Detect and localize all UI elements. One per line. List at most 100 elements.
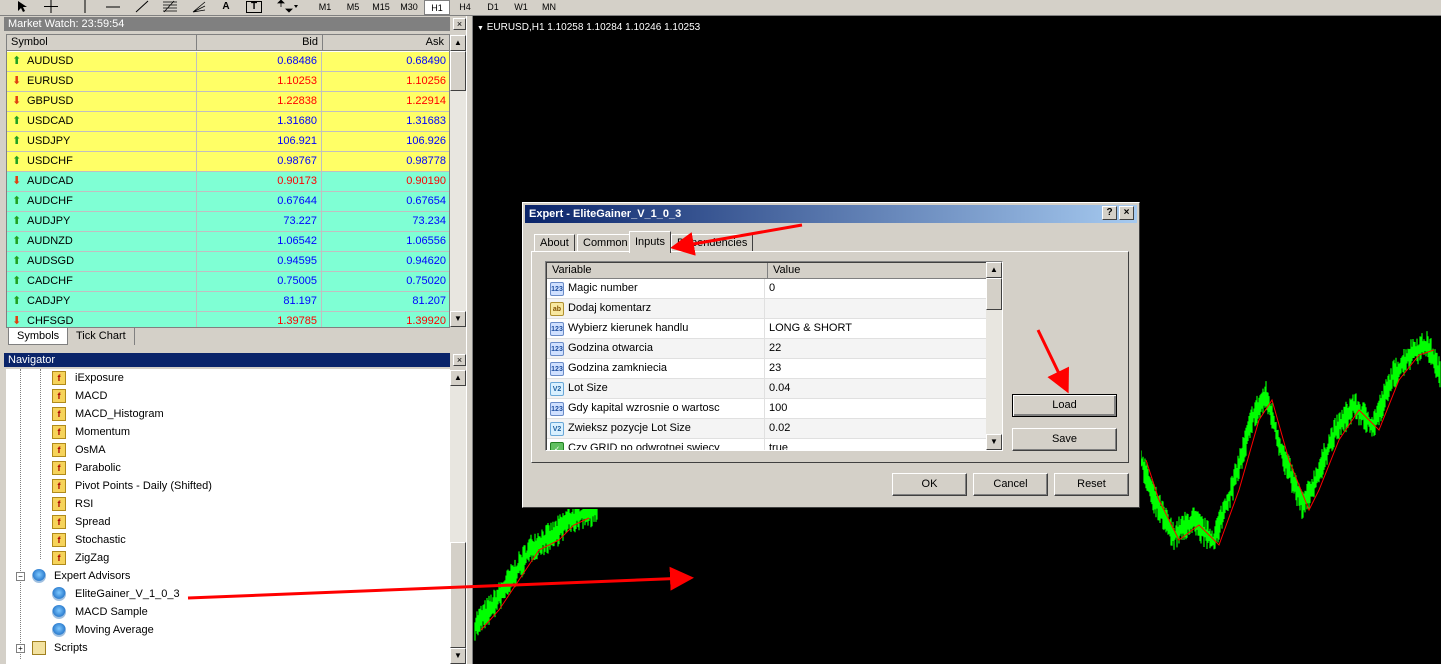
- timeframe-d1[interactable]: D1: [480, 0, 506, 15]
- navigator-close-icon[interactable]: ×: [453, 354, 466, 366]
- reset-button[interactable]: Reset: [1054, 473, 1129, 496]
- indicator-label: MACD_Histogram: [75, 408, 164, 420]
- tab-about[interactable]: About: [534, 234, 575, 252]
- symbol-name: CHFSGD: [27, 315, 74, 327]
- fibo-fan-icon[interactable]: [190, 0, 208, 15]
- column-symbol[interactable]: Symbol: [7, 35, 197, 51]
- cursor-icon[interactable]: [14, 0, 30, 15]
- collapse-icon[interactable]: −: [16, 572, 25, 581]
- timeframe-m15[interactable]: M15: [368, 0, 394, 15]
- input-value[interactable]: 0.02: [769, 419, 790, 438]
- navigator-scrollbar[interactable]: ▲ ▼: [450, 370, 466, 664]
- ask-price: 81.207: [412, 295, 446, 307]
- market-watch-row[interactable]: ⬇ GBPUSD 1.22838 1.22914: [7, 92, 449, 112]
- arrow-up-icon: ⬆: [12, 235, 22, 247]
- input-row[interactable]: 123 Godzina otwarcia 22: [547, 339, 987, 359]
- scroll-up-icon[interactable]: ▲: [450, 370, 466, 386]
- input-row[interactable]: ✓ Czy GRID po odwrotnej swiecy true: [547, 439, 987, 450]
- input-value[interactable]: LONG & SHORT: [769, 319, 852, 338]
- input-row[interactable]: 123 Godzina zamkniecia 23: [547, 359, 987, 379]
- indicator-label: Stochastic: [75, 534, 126, 546]
- tab-dependencies[interactable]: Dependencies: [671, 234, 754, 252]
- close-icon[interactable]: ×: [1119, 206, 1134, 220]
- input-row[interactable]: V2 Lot Size 0.04: [547, 379, 987, 399]
- market-watch-row[interactable]: ⬆ AUDCHF 0.67644 0.67654: [7, 192, 449, 212]
- help-icon[interactable]: ?: [1102, 206, 1117, 220]
- bid-price: 0.67644: [197, 192, 322, 211]
- ok-button[interactable]: OK: [892, 473, 967, 496]
- market-watch-row[interactable]: ⬇ AUDCAD 0.90173 0.90190: [7, 172, 449, 192]
- fibonacci-icon[interactable]: [160, 0, 180, 15]
- double-type-icon: V2: [550, 382, 564, 396]
- market-watch-row[interactable]: ⬆ CADJPY 81.197 81.207: [7, 292, 449, 312]
- column-ask[interactable]: Ask: [323, 35, 449, 51]
- scroll-down-icon[interactable]: ▼: [450, 311, 466, 327]
- market-watch-row[interactable]: ⬆ AUDSGD 0.94595 0.94620: [7, 252, 449, 272]
- market-watch-row[interactable]: ⬇ EURUSD 1.10253 1.10256: [7, 72, 449, 92]
- tab-inputs[interactable]: Inputs: [629, 231, 671, 253]
- scroll-up-icon[interactable]: ▲: [986, 262, 1002, 278]
- arrow-up-icon: ⬆: [12, 135, 22, 147]
- tab-tick-chart[interactable]: Tick Chart: [68, 328, 135, 345]
- scroll-up-icon[interactable]: ▲: [450, 35, 466, 51]
- scroll-thumb[interactable]: [450, 51, 466, 91]
- arrows-icon[interactable]: [274, 0, 300, 15]
- scroll-down-icon[interactable]: ▼: [986, 434, 1002, 450]
- ask-price: 0.67654: [406, 195, 446, 207]
- text-icon[interactable]: A: [218, 0, 234, 15]
- market-watch-row[interactable]: ⬆ AUDJPY 73.227 73.234: [7, 212, 449, 232]
- market-watch-row[interactable]: ⬆ USDCHF 0.98767 0.98778: [7, 152, 449, 172]
- tab-symbols[interactable]: Symbols: [8, 328, 69, 345]
- market-watch-row[interactable]: ⬆ AUDUSD 0.68486 0.68490: [7, 52, 449, 72]
- timeframe-w1[interactable]: W1: [508, 0, 534, 15]
- inputs-scrollbar[interactable]: ▲ ▼: [986, 262, 1002, 450]
- input-row[interactable]: ab Dodaj komentarz: [547, 299, 987, 319]
- input-row[interactable]: 123 Gdy kapital wzrosnie o wartosc 100: [547, 399, 987, 419]
- panel-splitter[interactable]: [466, 16, 473, 664]
- market-watch-row[interactable]: ⬇ CHFSGD 1.39785 1.39920: [7, 312, 449, 327]
- column-bid[interactable]: Bid: [197, 35, 323, 51]
- arrow-up-icon: ⬆: [12, 155, 22, 167]
- load-button[interactable]: Load: [1012, 394, 1117, 417]
- scroll-thumb[interactable]: [450, 542, 466, 648]
- input-value[interactable]: 100: [769, 399, 787, 418]
- scroll-down-icon[interactable]: ▼: [450, 648, 466, 664]
- market-watch-row[interactable]: ⬆ USDCAD 1.31680 1.31683: [7, 112, 449, 132]
- input-value[interactable]: 23: [769, 359, 781, 378]
- market-watch-row[interactable]: ⬆ USDJPY 106.921 106.926: [7, 132, 449, 152]
- save-button[interactable]: Save: [1012, 428, 1117, 451]
- input-value[interactable]: true: [769, 439, 788, 450]
- input-row[interactable]: V2 Zwieksz pozycje Lot Size 0.02: [547, 419, 987, 439]
- expert-icon: [52, 587, 66, 601]
- bid-price: 0.75005: [197, 272, 322, 291]
- market-watch-row[interactable]: ⬆ AUDNZD 1.06542 1.06556: [7, 232, 449, 252]
- timeframe-h1[interactable]: H1: [424, 0, 450, 15]
- symbol-name: AUDCHF: [27, 195, 73, 207]
- input-row[interactable]: 123 Magic number 0: [547, 279, 987, 299]
- crosshair-icon[interactable]: [42, 0, 60, 15]
- timeframe-h4[interactable]: H4: [452, 0, 478, 15]
- column-variable[interactable]: Variable: [547, 263, 768, 279]
- horizontal-line-icon[interactable]: [104, 0, 122, 15]
- market-watch-close-icon[interactable]: ×: [453, 18, 466, 30]
- market-watch-row[interactable]: ⬆ CADCHF 0.75005 0.75020: [7, 272, 449, 292]
- input-value[interactable]: 22: [769, 339, 781, 358]
- input-value[interactable]: 0: [769, 279, 775, 298]
- timeframe-m30[interactable]: M30: [396, 0, 422, 15]
- timeframe-m5[interactable]: M5: [340, 0, 366, 15]
- column-value[interactable]: Value: [768, 263, 987, 279]
- input-row[interactable]: 123 Wybierz kierunek handlu LONG & SHORT: [547, 319, 987, 339]
- scroll-thumb[interactable]: [986, 278, 1002, 310]
- input-value[interactable]: 0.04: [769, 379, 790, 398]
- input-variable: Lot Size: [568, 379, 765, 398]
- expand-icon[interactable]: +: [16, 644, 25, 653]
- timeframe-m1[interactable]: M1: [312, 0, 338, 15]
- timeframe-mn[interactable]: MN: [536, 0, 562, 15]
- trendline-icon[interactable]: [133, 0, 151, 15]
- cancel-button[interactable]: Cancel: [973, 473, 1048, 496]
- market-watch-scrollbar[interactable]: ▲ ▼: [450, 35, 466, 327]
- text-label-icon[interactable]: T: [246, 1, 262, 13]
- int-type-icon: 123: [550, 322, 564, 336]
- vertical-line-icon[interactable]: [78, 0, 92, 15]
- tab-common[interactable]: Common: [577, 234, 634, 252]
